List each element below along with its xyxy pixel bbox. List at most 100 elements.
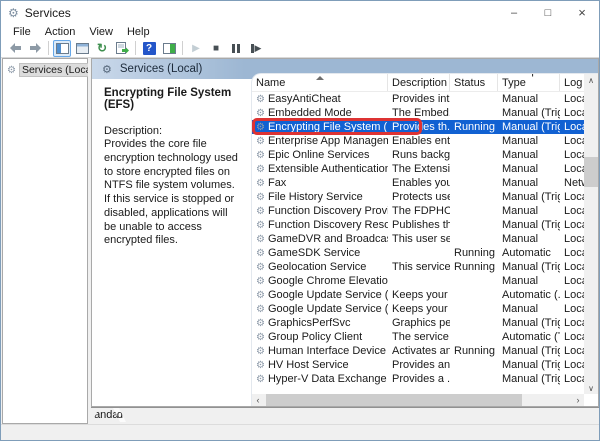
back-arrow-icon — [9, 42, 22, 54]
service-gear-icon: ⚙ — [256, 248, 265, 259]
scroll-up-icon[interactable]: ∧ — [584, 74, 598, 86]
column-header-description[interactable]: Description — [388, 74, 450, 91]
back-button[interactable] — [6, 40, 24, 57]
close-button[interactable]: × — [565, 1, 599, 24]
service-name: Geolocation Service — [268, 261, 366, 273]
cell-status: Running — [450, 261, 498, 273]
vertical-scroll-track[interactable] — [584, 86, 598, 382]
table-row[interactable]: ⚙ Enterprise App Managemen... Enables en… — [252, 134, 584, 148]
cell-log-on-as: Netw — [560, 177, 584, 189]
table-row[interactable]: ⚙ Google Update Service (gup... Keeps yo… — [252, 288, 584, 302]
cell-name: ⚙ GameSDK Service — [252, 247, 388, 259]
service-name: Function Discovery Resourc... — [268, 219, 388, 231]
properties-icon — [76, 43, 89, 54]
horizontal-scroll-thumb[interactable] — [266, 394, 522, 406]
cell-startup-type: Manual (Trig... — [498, 219, 560, 231]
table-row[interactable]: ⚙ File History Service Protects use... M… — [252, 190, 584, 204]
cell-log-on-as: Loca — [560, 275, 584, 287]
cell-description: The Extensi... — [388, 163, 450, 175]
cell-description: This service ... — [388, 261, 450, 273]
cell-startup-type: Manual (Trig... — [498, 345, 560, 357]
cell-name: ⚙ Enterprise App Managemen... — [252, 135, 388, 147]
pause-service-button[interactable] — [227, 40, 245, 57]
description-label: Description: — [104, 125, 241, 137]
forward-button[interactable] — [26, 40, 44, 57]
cell-log-on-as: Loca — [560, 247, 584, 259]
cell-startup-type: Automatic — [498, 247, 560, 259]
cell-startup-type: Manual (Trig... — [498, 373, 560, 385]
table-row[interactable]: ⚙ Group Policy Client The service i... A… — [252, 330, 584, 344]
service-name: GameSDK Service — [268, 247, 360, 259]
table-row[interactable]: ⚙ Embedded Mode The Embed... Manual (Tri… — [252, 106, 584, 120]
horizontal-scroll-track[interactable] — [264, 394, 572, 406]
table-row[interactable]: ⚙ Encrypting File System (EFS) Provides … — [252, 120, 584, 134]
start-icon: ▶ — [192, 43, 200, 54]
table-row[interactable]: ⚙ Extensible Authentication P... The Ext… — [252, 162, 584, 176]
table-row[interactable]: ⚙ Geolocation Service This service ... R… — [252, 260, 584, 274]
refresh-icon: ↻ — [97, 41, 107, 55]
cell-log-on-as: Loca — [560, 373, 584, 385]
cell-name: ⚙ Google Update Service (gup... — [252, 289, 388, 301]
table-row[interactable]: ⚙ Fax Enables you... Manual Netw — [252, 176, 584, 190]
menu-item[interactable]: Action — [38, 26, 83, 38]
service-name: Group Policy Client — [268, 331, 362, 343]
table-row[interactable]: ⚙ HV Host Service Provides an ... Manual… — [252, 358, 584, 372]
cell-name: ⚙ Function Discovery Provide... — [252, 205, 388, 217]
scroll-left-icon[interactable]: ‹ — [252, 395, 264, 405]
table-row[interactable]: ⚙ GameSDK Service Running Automatic Loca — [252, 246, 584, 260]
vertical-scrollbar[interactable]: ∧ ∨ — [584, 74, 598, 394]
export-list-button[interactable] — [113, 40, 131, 57]
table-row[interactable]: ⚙ Epic Online Services Runs backg... Man… — [252, 148, 584, 162]
help-button[interactable]: ? — [140, 40, 158, 57]
cell-name: ⚙ Google Chrome Elevation S... — [252, 275, 388, 287]
refresh-button[interactable]: ↻ — [93, 40, 111, 57]
service-name: Encrypting File System (EFS) — [268, 121, 388, 133]
column-header-startup-type[interactable]: Startup Type — [498, 74, 560, 91]
scroll-down-icon[interactable]: ∨ — [584, 382, 598, 394]
menu-item[interactable]: File — [6, 26, 38, 38]
horizontal-scrollbar[interactable]: ‹ › — [252, 394, 584, 406]
column-header-name[interactable]: Name — [252, 74, 388, 91]
start-service-button[interactable]: ▶ — [187, 40, 205, 57]
table-row[interactable]: ⚙ Google Chrome Elevation S... Manual Lo… — [252, 274, 584, 288]
column-header-status[interactable]: Status — [450, 74, 498, 91]
table-row[interactable]: ⚙ Human Interface Device Ser... Activate… — [252, 344, 584, 358]
cell-name: ⚙ Fax — [252, 177, 388, 189]
services-window: ⚙ Services – □ × File Action View Help — [0, 0, 600, 441]
table-row[interactable]: ⚙ EasyAntiCheat Provides int... Manual L… — [252, 92, 584, 106]
service-gear-icon: ⚙ — [256, 360, 265, 371]
tree-item-services-local[interactable]: ⚙ Services (Local) — [3, 63, 87, 77]
table-row[interactable]: ⚙ GameDVR and Broadcast Us... This user … — [252, 232, 584, 246]
cell-description: Graphics pe... — [388, 317, 450, 329]
properties-button[interactable] — [73, 40, 91, 57]
toolbar: ↻ ? ▶ ■ ▶ — [1, 39, 599, 58]
stop-service-button[interactable]: ■ — [207, 40, 225, 57]
service-gear-icon: ⚙ — [256, 178, 265, 189]
table-header: Name Description Status Startup Type Log — [252, 74, 584, 92]
maximize-button[interactable]: □ — [531, 1, 565, 24]
show-console-tree-button[interactable] — [53, 40, 71, 57]
menu-item[interactable]: View — [82, 26, 120, 38]
table-row[interactable]: ⚙ GraphicsPerfSvc Graphics pe... Manual … — [252, 316, 584, 330]
restart-service-button[interactable]: ▶ — [247, 40, 265, 57]
cell-name: ⚙ GameDVR and Broadcast Us... — [252, 233, 388, 245]
service-name: Enterprise App Managemen... — [268, 135, 388, 147]
column-header-log-on-as[interactable]: Log — [560, 74, 584, 91]
cell-description: Provides th... — [388, 121, 450, 133]
main-area: ⚙ Services (Local) ⚙ Services (Local) En… — [1, 58, 599, 424]
table-row[interactable]: ⚙ Function Discovery Resourc... Publishe… — [252, 218, 584, 232]
minimize-button[interactable]: – — [497, 1, 531, 24]
table-row[interactable]: ⚙ Google Update Service (gup... Keeps yo… — [252, 302, 584, 316]
show-action-pane-button[interactable] — [160, 40, 178, 57]
vertical-scroll-thumb[interactable] — [584, 157, 598, 187]
table-row[interactable]: ⚙ Hyper-V Data Exchange Ser... Provides … — [252, 372, 584, 386]
cell-startup-type: Automatic (... — [498, 289, 560, 301]
menu-item[interactable]: Help — [120, 26, 157, 38]
cell-log-on-as: Loca — [560, 233, 584, 245]
table-row[interactable]: ⚙ Function Discovery Provide... The FDPH… — [252, 204, 584, 218]
services-list-panel: Name Description Status Startup Type Log — [251, 73, 598, 406]
services-app-icon: ⚙ — [8, 6, 19, 20]
scroll-right-icon[interactable]: › — [572, 395, 584, 405]
toolbar-separator — [135, 41, 136, 55]
cell-log-on-as: Loca — [560, 135, 584, 147]
